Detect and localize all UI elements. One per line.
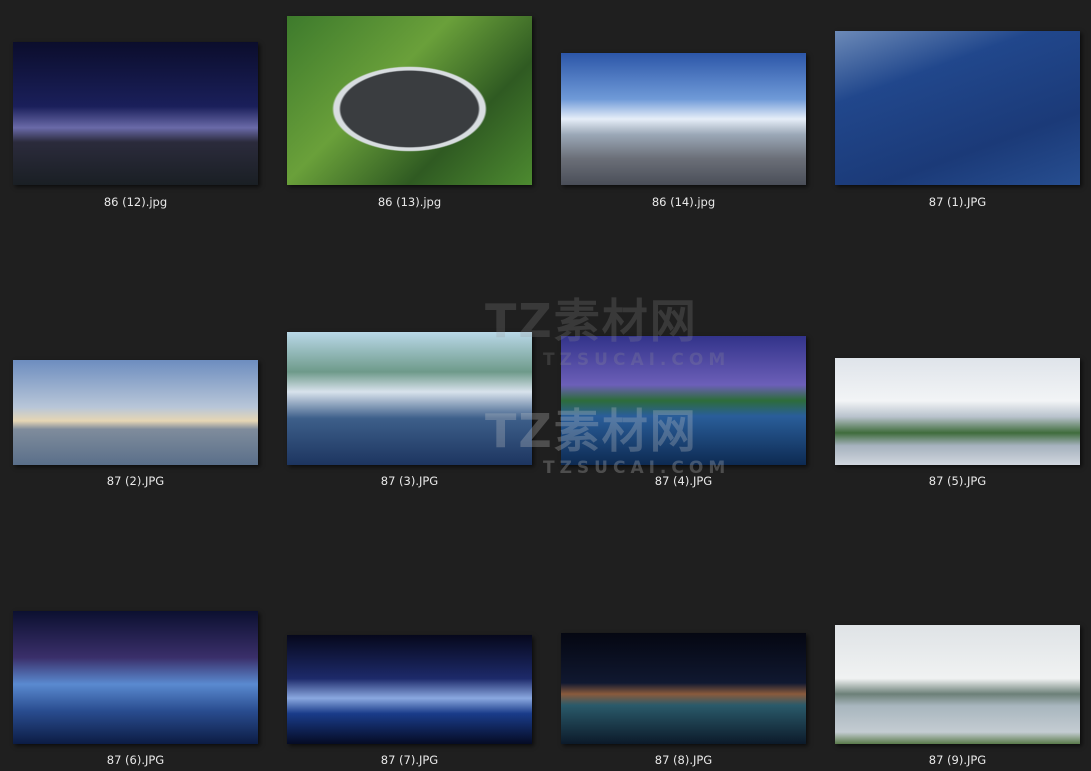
image-thumbnail[interactable] — [13, 42, 258, 185]
image-thumbnail[interactable] — [13, 611, 258, 744]
file-name: 86 (13).jpg — [377, 195, 442, 209]
file-name: 87 (7).JPG — [380, 753, 439, 767]
image-thumbnail[interactable] — [835, 31, 1080, 185]
file-name: 87 (5).JPG — [928, 474, 987, 488]
image-thumbnail[interactable] — [13, 360, 258, 465]
image-thumbnail[interactable] — [287, 635, 532, 744]
image-thumbnail[interactable] — [561, 53, 806, 185]
image-thumbnail[interactable] — [287, 332, 532, 465]
image-thumbnail[interactable] — [835, 358, 1080, 465]
file-name: 86 (12).jpg — [103, 195, 168, 209]
image-thumbnail[interactable] — [287, 16, 532, 185]
file-name: 87 (2).JPG — [106, 474, 165, 488]
file-name: 87 (3).JPG — [380, 474, 439, 488]
file-name: 87 (8).JPG — [654, 753, 713, 767]
file-name: 87 (1).JPG — [928, 195, 987, 209]
file-name: 87 (4).JPG — [654, 474, 713, 488]
image-thumbnail[interactable] — [561, 633, 806, 744]
file-name: 87 (9).JPG — [928, 753, 987, 767]
image-thumbnail[interactable] — [835, 625, 1080, 744]
file-name: 87 (6).JPG — [106, 753, 165, 767]
image-thumbnail[interactable] — [561, 336, 806, 465]
file-name: 86 (14).jpg — [651, 195, 716, 209]
